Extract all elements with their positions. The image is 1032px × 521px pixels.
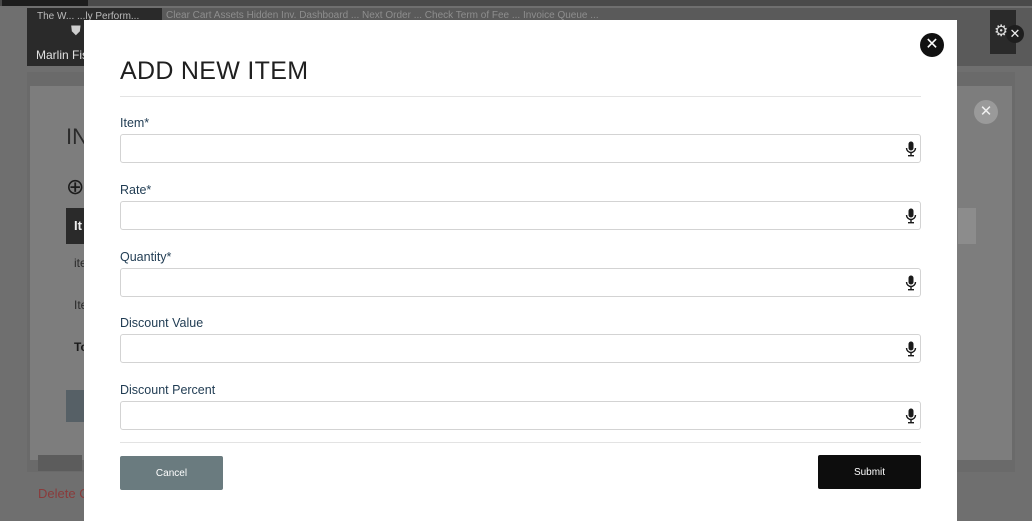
quantity-field: Quantity* — [120, 250, 921, 297]
browser-top-bar — [0, 0, 1032, 6]
modal-title: ADD NEW ITEM — [120, 57, 309, 85]
quantity-input[interactable] — [121, 269, 891, 296]
discount-percent-input-box[interactable] — [120, 401, 921, 430]
user-name: Marlin Fis — [36, 48, 89, 62]
shield-icon: ⛊ — [71, 23, 81, 38]
discount-value-input[interactable] — [121, 335, 891, 362]
discount-percent-label: Discount Percent — [120, 383, 216, 397]
rate-input[interactable] — [121, 202, 891, 229]
close-icon[interactable]: ✕ — [920, 33, 944, 57]
discount-value-input-box[interactable] — [120, 334, 921, 363]
divider — [120, 442, 921, 443]
item-label: Item* — [120, 116, 150, 130]
browser-tab[interactable] — [2, 0, 88, 6]
quantity-input-box[interactable] — [120, 268, 921, 297]
discount-percent-input[interactable] — [121, 402, 891, 429]
microphone-icon[interactable] — [905, 208, 917, 224]
microphone-icon[interactable] — [905, 408, 917, 424]
background-scroll-area — [958, 208, 976, 244]
close-icon[interactable]: ✕ — [1006, 25, 1024, 43]
close-icon: ✕ — [974, 100, 998, 124]
add-circle-icon: ⊕ — [66, 174, 85, 199]
discount-value-field: Discount Value — [120, 316, 921, 363]
rate-label: Rate* — [120, 183, 152, 197]
divider — [120, 96, 921, 97]
delete-link: Delete C — [38, 486, 89, 501]
microphone-icon[interactable] — [905, 341, 917, 357]
discount-value-label: Discount Value — [120, 316, 204, 330]
quantity-label: Quantity* — [120, 250, 172, 264]
background-footer-bar — [38, 455, 82, 471]
add-item-modal: ✕ ADD NEW ITEM Item* Rate* Quantity* Dis… — [84, 20, 957, 521]
rate-input-box[interactable] — [120, 201, 921, 230]
microphone-icon[interactable] — [905, 141, 917, 157]
item-input[interactable] — [121, 135, 891, 162]
discount-percent-field: Discount Percent — [120, 383, 921, 430]
cancel-button[interactable]: Cancel — [120, 456, 223, 490]
microphone-icon[interactable] — [905, 275, 917, 291]
background-button — [66, 390, 86, 422]
item-field: Item* — [120, 116, 921, 163]
rate-field: Rate* — [120, 183, 921, 230]
item-input-box[interactable] — [120, 134, 921, 163]
submit-button[interactable]: Submit — [818, 455, 921, 489]
